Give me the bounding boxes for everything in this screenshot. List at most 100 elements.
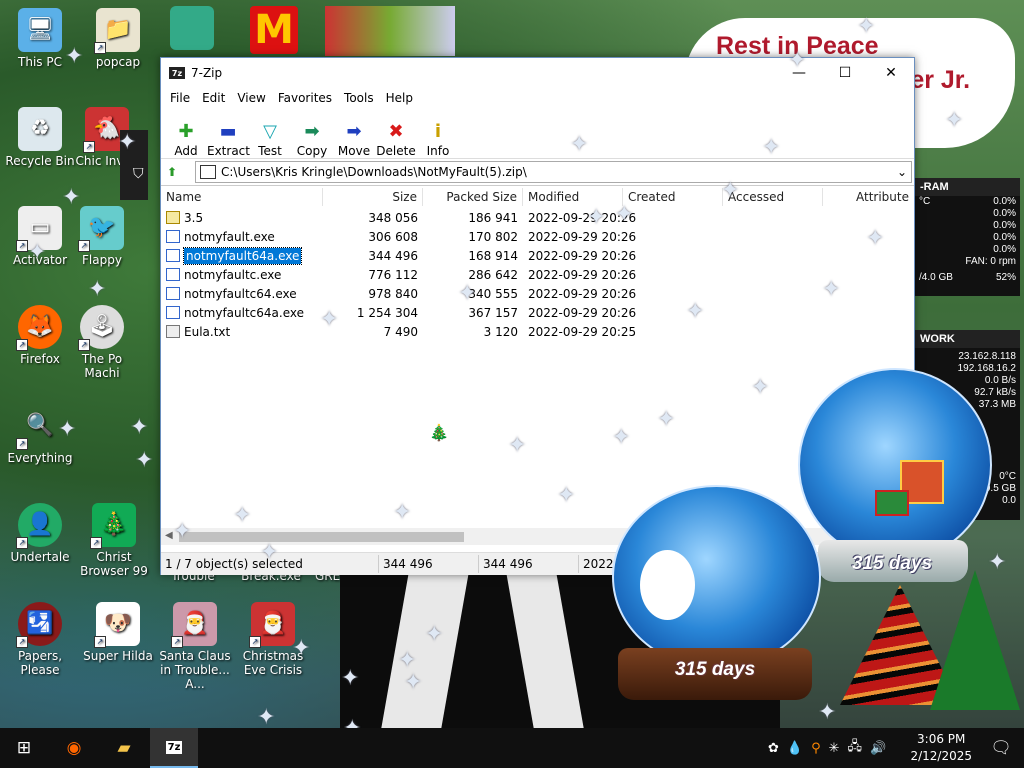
sparkle-star-icon: ✦: [818, 700, 837, 725]
tray-app-icon[interactable]: ✿: [768, 741, 779, 756]
christmas-tree-icon: [930, 570, 1020, 710]
desktop-icon-label: Santa Claus in Trouble... A...: [159, 649, 231, 691]
desktop-icon-santa-claus-trouble[interactable]: 🎅 ↗ Santa Claus in Trouble... A...: [155, 602, 235, 691]
copy-arrow-icon: ➡: [304, 121, 320, 142]
folder-icon: 📁 ↗: [94, 8, 140, 54]
notification-center-button[interactable]: 🗨: [978, 728, 1024, 768]
network-icon[interactable]: 🖧: [848, 737, 863, 759]
column-created[interactable]: Created: [623, 188, 723, 206]
exe-file-icon: [166, 230, 180, 243]
mcdonalds-icon[interactable]: M: [250, 6, 298, 54]
desktop-icon-recycle-bin[interactable]: ♻ Recycle Bin: [0, 107, 80, 168]
file-name: notmyfault.exe: [184, 229, 275, 244]
droplet-icon[interactable]: 💧: [787, 741, 803, 756]
column-name[interactable]: Name: [161, 188, 323, 206]
menu-tools[interactable]: Tools: [338, 91, 380, 105]
gadget-value: 0.0%: [993, 196, 1016, 207]
file-packed-size: 286 642: [468, 267, 518, 282]
file-row[interactable]: notmyfaultc64.exe 978 840 340 555 2022-0…: [161, 284, 914, 303]
scroll-left-icon[interactable]: ◀: [165, 530, 173, 541]
shield-icon[interactable]: ⛉: [133, 166, 144, 182]
file-name: notmyfaultc.exe: [184, 267, 282, 282]
column-attributes[interactable]: Attribute: [823, 188, 914, 206]
file-row[interactable]: notmyfaultc64a.exe 1 254 304 367 157 202…: [161, 303, 914, 322]
chevron-down-icon[interactable]: ⌄: [897, 165, 907, 179]
sparkle-star-icon: ✦: [425, 622, 444, 647]
copy-button[interactable]: ➡ Copy: [291, 120, 333, 158]
menu-help[interactable]: Help: [380, 91, 419, 105]
sparkle-star-icon: ✦: [65, 44, 84, 69]
desktop-icon-super-hilda[interactable]: 🐶 ↗ Super Hilda: [78, 602, 158, 663]
undertale-icon: 👤 ↗: [16, 503, 62, 549]
column-modified[interactable]: Modified: [523, 188, 623, 206]
desktop-icon-flappy[interactable]: 🐦 ↗ Flappy: [72, 206, 132, 267]
desktop-icon-undertale[interactable]: 👤 ↗ Undertale: [0, 503, 80, 564]
exe-file-icon: [166, 249, 180, 262]
file-row[interactable]: notmyfault.exe 306 608 170 802 2022-09-2…: [161, 227, 914, 246]
sparkle-star-icon: ✦: [822, 277, 841, 302]
maximize-button[interactable]: ☐: [822, 58, 868, 88]
column-size[interactable]: Size: [323, 188, 423, 206]
desktop-icon-label: Firefox: [20, 352, 60, 366]
file-row-selected[interactable]: notmyfault64a.exe 344 496 168 914 2022-0…: [161, 246, 914, 265]
desktop-icon-label: popcap: [95, 55, 141, 69]
extract-button[interactable]: ▬ Extract: [207, 120, 250, 158]
snowflake-icon[interactable]: ✳: [829, 741, 840, 756]
christmas-tree-icon: 🎄 ↗: [90, 503, 136, 549]
path-input[interactable]: C:\Users\Kris Kringle\Downloads\NotMyFau…: [195, 161, 912, 183]
up-folder-icon[interactable]: ⬆: [167, 165, 187, 179]
file-modified: 2022-09-29 20:26: [528, 248, 637, 263]
game-character-icon[interactable]: [170, 6, 214, 50]
info-button[interactable]: i Info: [417, 120, 459, 158]
file-name: notmyfaultc64a.exe: [184, 305, 304, 320]
desktop-icon-firefox[interactable]: 🦊 ↗ Firefox: [0, 305, 80, 366]
7zip-logo-icon: 7z: [165, 740, 183, 754]
notification-icon: 🗨: [990, 738, 1012, 758]
volume-icon[interactable]: 🔊: [870, 741, 886, 756]
recycle-bin-icon: ♻: [18, 107, 62, 151]
taskbar-firefox[interactable]: ◉: [50, 728, 98, 768]
file-packed-size: 170 802: [468, 229, 518, 244]
text-file-icon: [166, 325, 180, 338]
file-row[interactable]: Eula.txt 7 490 3 120 2022-09-29 20:25: [161, 322, 914, 341]
sparkle-star-icon: ✦: [615, 202, 634, 227]
sparkle-star-icon: ✦: [686, 299, 705, 324]
add-button[interactable]: ✚ Add: [165, 120, 207, 158]
sparkle-star-icon: ✦: [135, 448, 154, 473]
menu-edit[interactable]: Edit: [196, 91, 231, 105]
desktop-icon-papers-please[interactable]: 🛂 ↗ Papers, Please: [0, 602, 80, 677]
status-size: 344 496: [379, 555, 479, 573]
reindeer-sleigh-icon[interactable]: [325, 6, 455, 56]
taskbar-7zip[interactable]: 7z: [150, 728, 198, 768]
taskbar-file-explorer[interactable]: ▰: [100, 728, 148, 768]
papers-please-icon: 🛂 ↗: [16, 602, 62, 648]
search-icon[interactable]: ⚲: [811, 741, 821, 756]
gadget-value: 0.0%: [993, 208, 1016, 219]
menu-favorites[interactable]: Favorites: [272, 91, 338, 105]
window-title: 7-Zip: [191, 66, 223, 80]
menu-file[interactable]: File: [164, 91, 196, 105]
sparkle-star-icon: ✦: [866, 226, 885, 251]
gadget-fan: FAN: 0 rpm: [965, 256, 1016, 267]
delete-button[interactable]: ✖ Delete: [375, 120, 417, 158]
file-packed-size: 186 941: [468, 210, 518, 225]
file-row[interactable]: notmyfaultc.exe 776 112 286 642 2022-09-…: [161, 265, 914, 284]
ram-gadget: -RAM °C 0.0% 0.0% 0.0% 0.0% 0.0% FAN: 0 r…: [915, 178, 1020, 296]
file-row[interactable]: 3.5 348 056 186 941 2022-09-29 20:26: [161, 208, 914, 227]
start-button[interactable]: ⊞: [0, 728, 48, 768]
desktop-icon-popcap[interactable]: 📁 ↗ popcap: [78, 8, 158, 69]
desktop-icon-the-po-machine[interactable]: 🕹 ↗ The Po Machi: [72, 305, 132, 380]
gadget-header: WORK: [915, 330, 1020, 348]
scrollbar-thumb[interactable]: [179, 532, 464, 542]
test-button[interactable]: ▽ Test: [249, 120, 291, 158]
days-counter: 315 days: [851, 553, 933, 574]
move-button[interactable]: ➡ Move: [333, 120, 375, 158]
desktop-icon-christmas-browser[interactable]: 🎄 ↗ Christ Browser 99: [78, 503, 150, 578]
sparkle-star-icon: ✦: [988, 550, 1007, 575]
7zip-logo-icon: 7z: [169, 67, 185, 79]
address-bar: ⬆ C:\Users\Kris Kringle\Downloads\NotMyF…: [161, 159, 914, 186]
clock[interactable]: 3:06 PM 2/12/2025: [910, 731, 972, 765]
close-button[interactable]: ✕: [868, 58, 914, 88]
menu-view[interactable]: View: [231, 91, 271, 105]
column-packed-size[interactable]: Packed Size: [423, 188, 523, 206]
